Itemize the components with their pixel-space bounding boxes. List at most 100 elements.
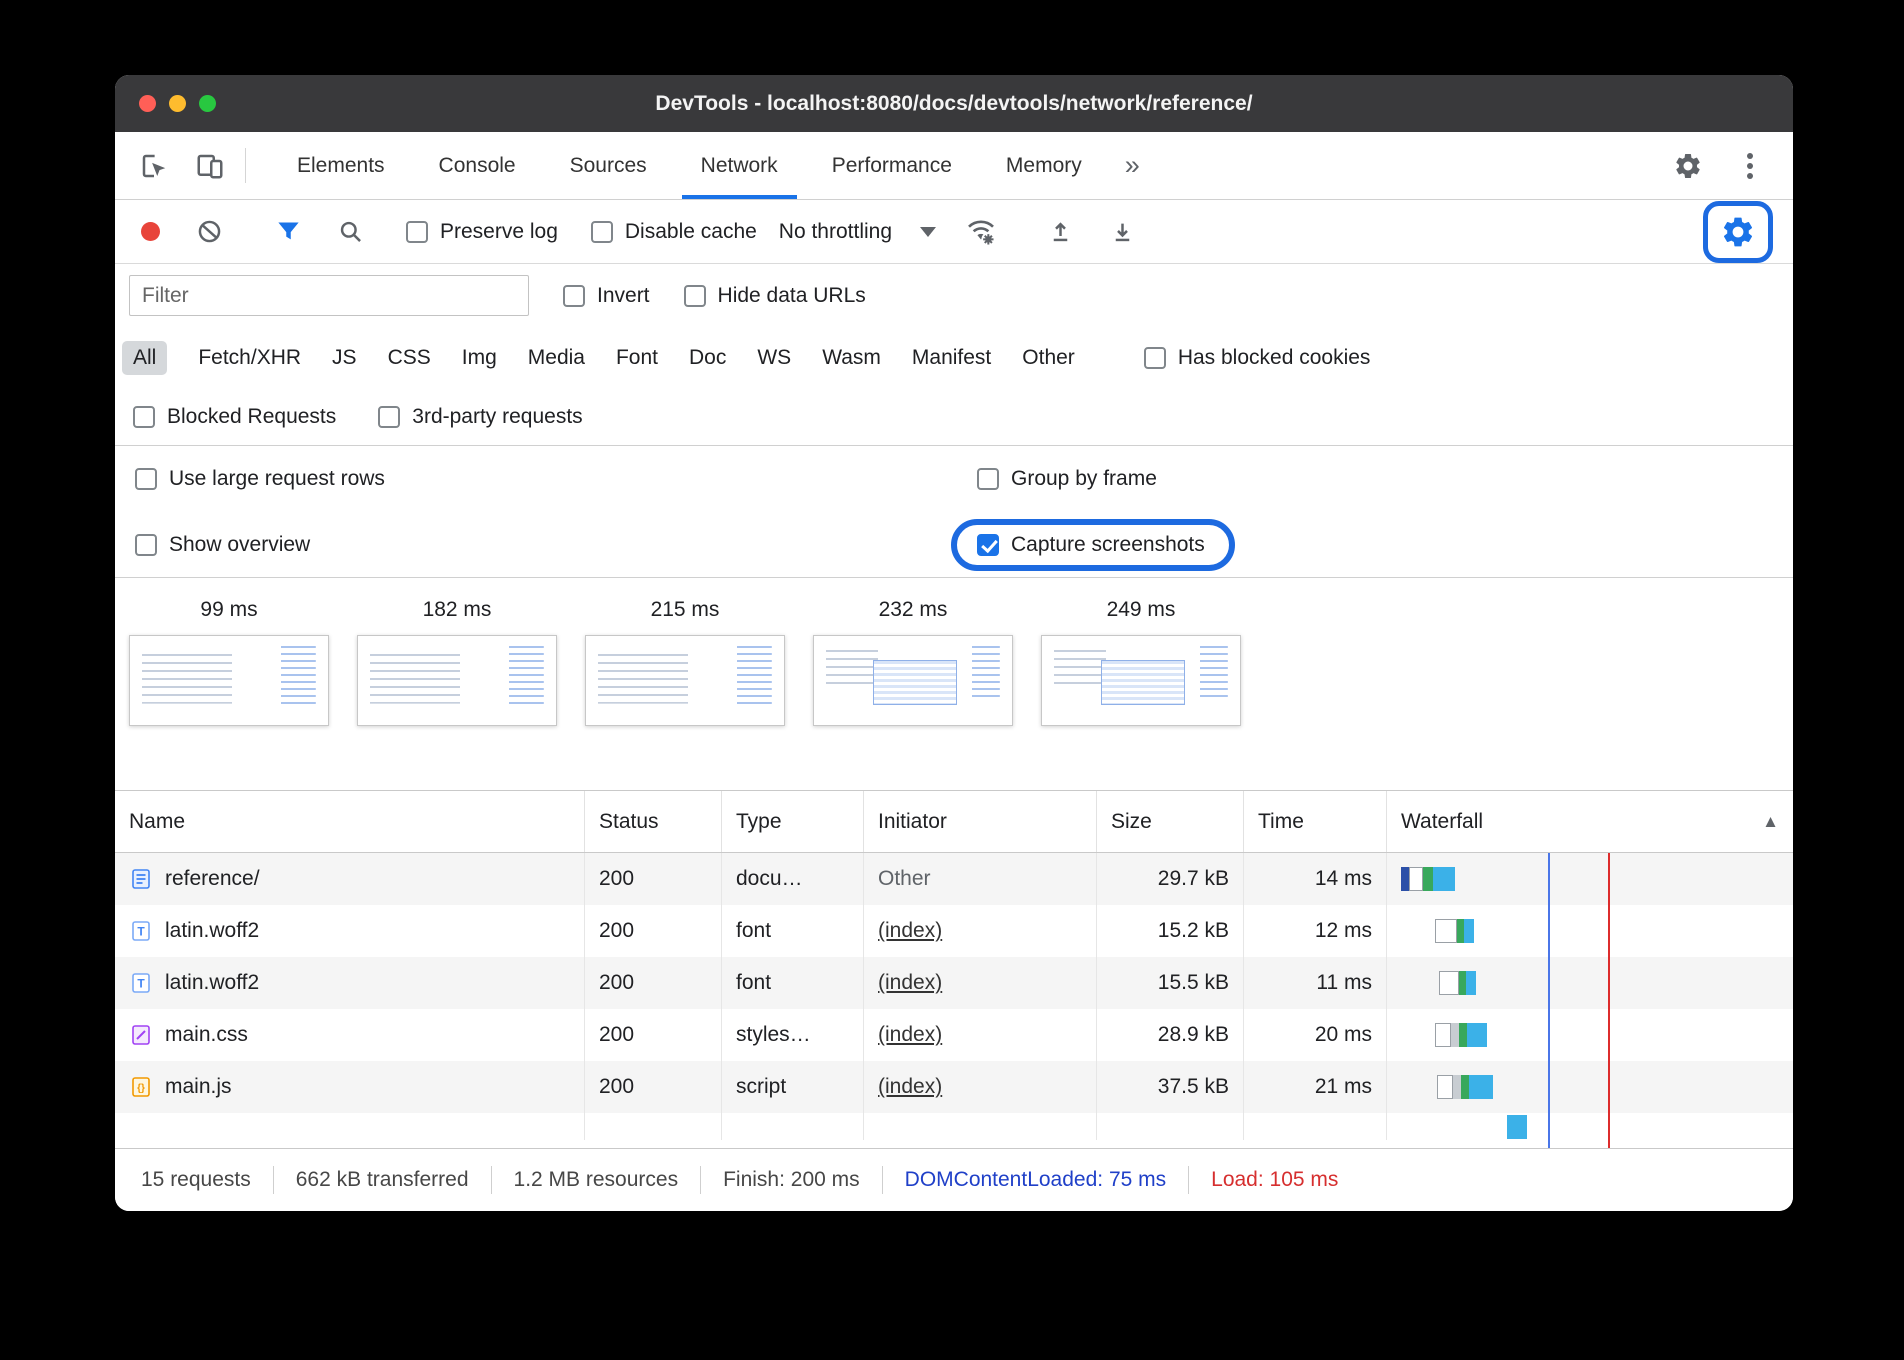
record-network-log-button[interactable] bbox=[141, 222, 160, 241]
search-icon[interactable] bbox=[327, 209, 373, 255]
tab-elements[interactable]: Elements bbox=[270, 132, 412, 199]
column-header-time[interactable]: Time bbox=[1244, 791, 1387, 852]
type-filter-fetch-xhr[interactable]: Fetch/XHR bbox=[198, 346, 301, 370]
table-row[interactable]: {} main.js 200 script (index) 37.5 kB 21… bbox=[115, 1061, 1793, 1113]
minimize-window-button[interactable] bbox=[169, 95, 186, 112]
filmstrip-thumbnail[interactable] bbox=[1041, 635, 1241, 726]
type-filter-js[interactable]: JS bbox=[332, 346, 357, 370]
zoom-window-button[interactable] bbox=[199, 95, 216, 112]
column-header-status[interactable]: Status bbox=[585, 791, 722, 852]
throttling-select[interactable]: No throttling bbox=[773, 220, 942, 244]
close-window-button[interactable] bbox=[139, 95, 156, 112]
request-size: 15.5 kB bbox=[1097, 957, 1244, 1009]
filter-funnel-icon[interactable] bbox=[265, 209, 311, 255]
type-filter-media[interactable]: Media bbox=[528, 346, 585, 370]
waterfall-bar bbox=[1387, 957, 1793, 1009]
filmstrip-thumbnail[interactable] bbox=[813, 635, 1013, 726]
request-type: script bbox=[722, 1061, 864, 1113]
request-initiator-link[interactable]: (index) bbox=[878, 1023, 942, 1047]
column-header-initiator[interactable]: Initiator bbox=[864, 791, 1097, 852]
waterfall-bar bbox=[1387, 853, 1793, 905]
filter-input[interactable] bbox=[129, 275, 529, 316]
clear-network-log-icon[interactable] bbox=[186, 209, 232, 255]
filmstrip-thumbnail[interactable] bbox=[585, 635, 785, 726]
column-header-size[interactable]: Size bbox=[1097, 791, 1244, 852]
group-by-frame-label: Group by frame bbox=[1011, 467, 1157, 491]
settings-gear-icon[interactable] bbox=[1665, 143, 1711, 189]
use-large-request-rows-label: Use large request rows bbox=[169, 467, 385, 491]
table-row[interactable]: main.css 200 styles… (index) 28.9 kB 20 … bbox=[115, 1009, 1793, 1061]
filmstrip-thumbnail[interactable] bbox=[357, 635, 557, 726]
devtools-window: DevTools - localhost:8080/docs/devtools/… bbox=[115, 75, 1793, 1211]
window-title: DevTools - localhost:8080/docs/devtools/… bbox=[115, 92, 1793, 116]
invert-checkbox[interactable]: Invert bbox=[563, 284, 650, 308]
request-name: reference/ bbox=[165, 867, 260, 891]
type-filter-wasm[interactable]: Wasm bbox=[822, 346, 881, 370]
hide-data-urls-checkbox[interactable]: Hide data URLs bbox=[684, 284, 866, 308]
invert-label: Invert bbox=[597, 284, 650, 308]
requests-table: Name Status Type Initiator Size Time Wat… bbox=[115, 790, 1793, 1148]
filmstrip-frame: 99 ms bbox=[129, 598, 329, 790]
checkbox-box bbox=[1144, 347, 1166, 369]
table-row[interactable]: reference/ 200 docu… Other 29.7 kB 14 ms bbox=[115, 853, 1793, 905]
kebab-menu-icon[interactable] bbox=[1727, 143, 1773, 189]
traffic-lights bbox=[139, 95, 216, 112]
type-filter-ws[interactable]: WS bbox=[757, 346, 791, 370]
capture-screenshots-checkbox[interactable]: Capture screenshots bbox=[977, 533, 1205, 557]
filmstrip-frame: 215 ms bbox=[585, 598, 785, 790]
blocked-requests-checkbox[interactable]: Blocked Requests bbox=[133, 405, 336, 429]
request-initiator-link[interactable]: (index) bbox=[878, 1075, 942, 1099]
third-party-requests-checkbox[interactable]: 3rd-party requests bbox=[378, 405, 582, 429]
has-blocked-cookies-checkbox[interactable]: Has blocked cookies bbox=[1144, 346, 1371, 370]
request-name: latin.woff2 bbox=[165, 971, 259, 995]
inspect-element-icon[interactable] bbox=[131, 143, 177, 189]
tab-performance[interactable]: Performance bbox=[805, 132, 979, 199]
tab-memory[interactable]: Memory bbox=[979, 132, 1109, 199]
type-filter-other[interactable]: Other bbox=[1022, 346, 1075, 370]
import-har-icon[interactable] bbox=[1037, 209, 1083, 255]
export-har-icon[interactable] bbox=[1099, 209, 1145, 255]
type-filter-all[interactable]: All bbox=[122, 341, 167, 375]
use-large-request-rows-checkbox[interactable]: Use large request rows bbox=[135, 467, 385, 491]
type-filter-css[interactable]: CSS bbox=[388, 346, 431, 370]
checkbox-box bbox=[406, 221, 428, 243]
network-settings-gear-icon[interactable] bbox=[1719, 213, 1757, 251]
type-filter-img[interactable]: Img bbox=[462, 346, 497, 370]
group-by-frame-checkbox[interactable]: Group by frame bbox=[977, 467, 1157, 491]
column-header-waterfall[interactable]: Waterfall ▲ bbox=[1387, 791, 1793, 852]
filmstrip-time: 215 ms bbox=[651, 598, 720, 622]
third-party-requests-label: 3rd-party requests bbox=[412, 405, 582, 429]
more-tabs-icon[interactable]: » bbox=[1109, 132, 1156, 199]
filmstrip-thumbnail[interactable] bbox=[129, 635, 329, 726]
preserve-log-checkbox[interactable]: Preserve log bbox=[406, 220, 558, 244]
device-toolbar-icon[interactable] bbox=[187, 143, 233, 189]
checkbox-box bbox=[133, 406, 155, 428]
type-filter-manifest[interactable]: Manifest bbox=[912, 346, 991, 370]
show-overview-checkbox[interactable]: Show overview bbox=[135, 533, 310, 557]
request-initiator-link[interactable]: (index) bbox=[878, 971, 942, 995]
column-header-type[interactable]: Type bbox=[722, 791, 864, 852]
column-header-name[interactable]: Name bbox=[115, 791, 585, 852]
tab-console[interactable]: Console bbox=[412, 132, 543, 199]
preserve-log-label: Preserve log bbox=[440, 220, 558, 244]
status-bar: 15 requests 662 kB transferred 1.2 MB re… bbox=[115, 1148, 1793, 1211]
type-filter-font[interactable]: Font bbox=[616, 346, 658, 370]
request-type: font bbox=[722, 905, 864, 957]
network-conditions-icon[interactable] bbox=[958, 209, 1004, 255]
tab-network[interactable]: Network bbox=[674, 132, 805, 199]
requests-table-body: reference/ 200 docu… Other 29.7 kB 14 ms… bbox=[115, 853, 1793, 1140]
tab-sources[interactable]: Sources bbox=[543, 132, 674, 199]
domcontentloaded-time: DOMContentLoaded: 75 ms bbox=[883, 1168, 1188, 1192]
type-filter-doc[interactable]: Doc bbox=[689, 346, 726, 370]
disable-cache-checkbox[interactable]: Disable cache bbox=[591, 220, 757, 244]
table-row-partial[interactable] bbox=[115, 1113, 1793, 1140]
font-icon: T bbox=[129, 971, 153, 995]
table-row[interactable]: T latin.woff2 200 font (index) 15.2 kB 1… bbox=[115, 905, 1793, 957]
checkbox-box bbox=[135, 468, 157, 490]
request-type: font bbox=[722, 957, 864, 1009]
hide-data-urls-label: Hide data URLs bbox=[718, 284, 866, 308]
table-row[interactable]: T latin.woff2 200 font (index) 15.5 kB 1… bbox=[115, 957, 1793, 1009]
request-time: 21 ms bbox=[1244, 1061, 1387, 1113]
checkbox-box bbox=[684, 285, 706, 307]
request-initiator-link[interactable]: (index) bbox=[878, 919, 942, 943]
